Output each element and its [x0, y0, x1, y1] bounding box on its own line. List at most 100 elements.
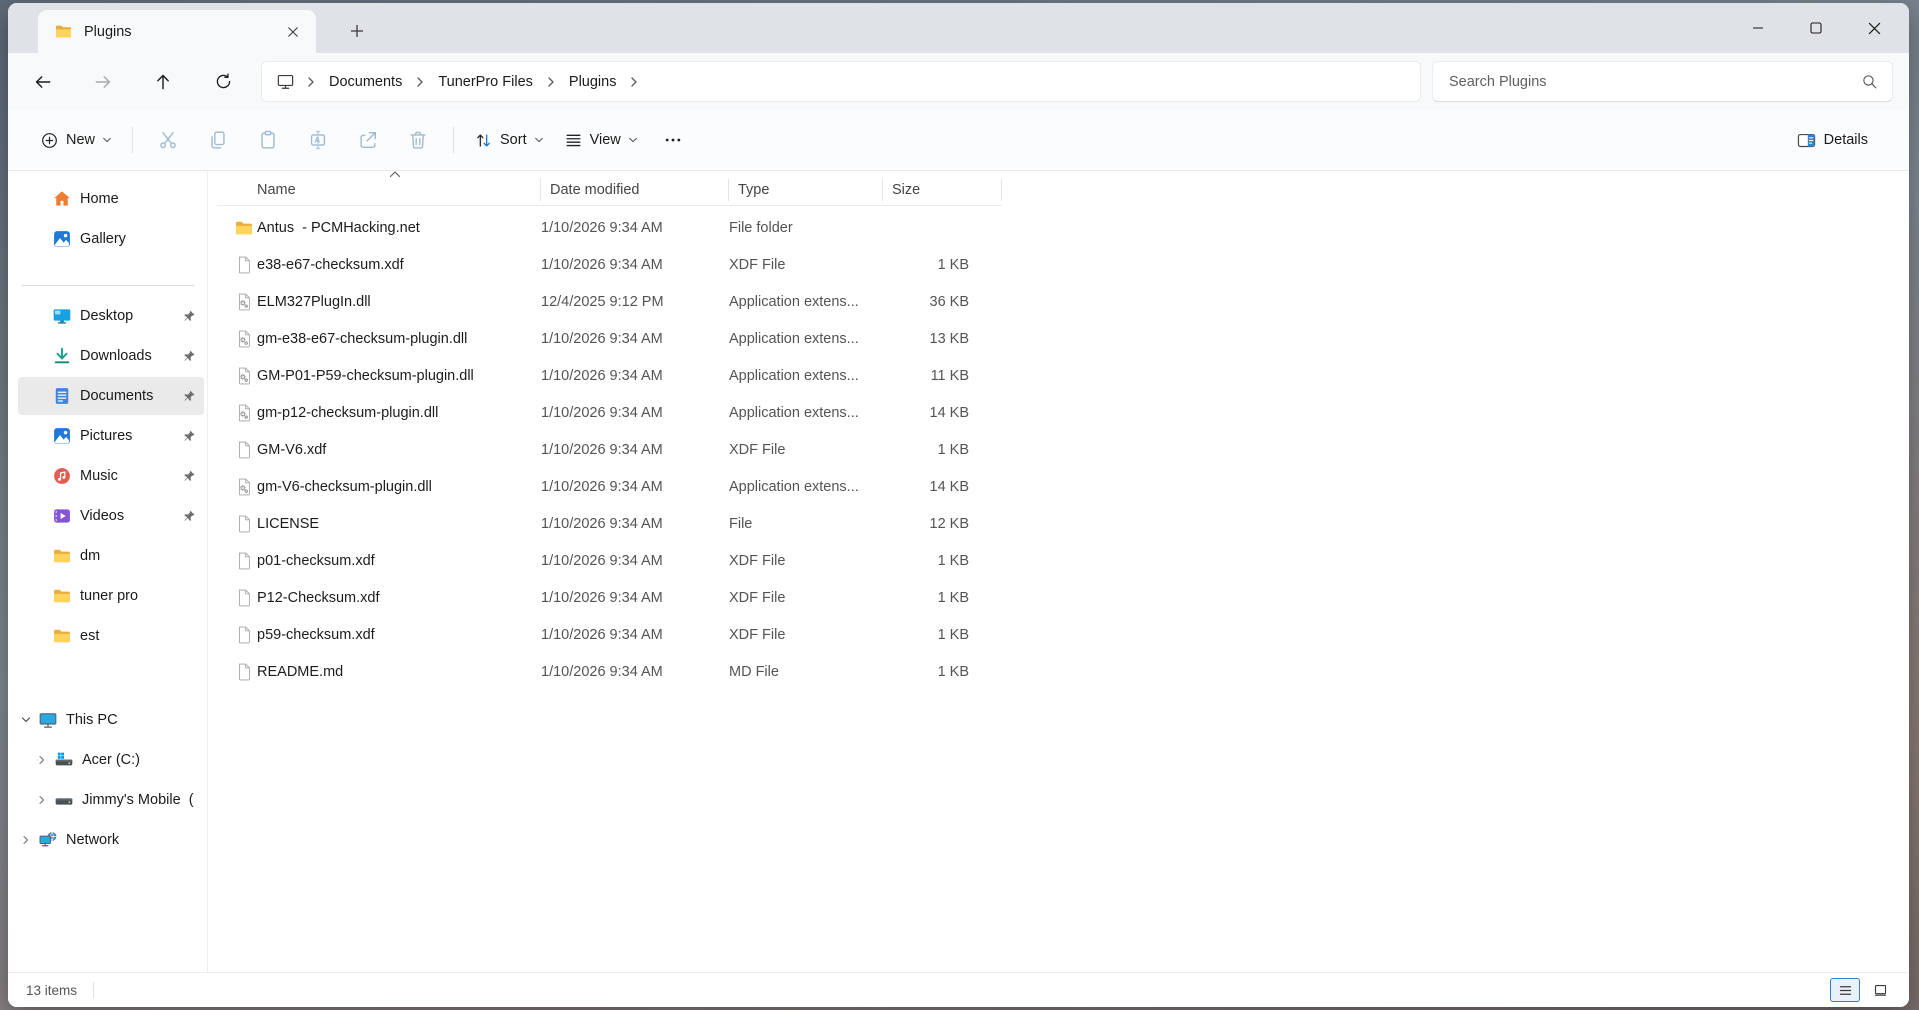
sidebar-item-downloads[interactable]: Downloads [18, 337, 204, 375]
file-size: 11 KB [883, 368, 1002, 384]
table-row[interactable]: GM-P01-P59-checksum-plugin.dll1/10/2026 … [217, 357, 1909, 394]
file-name: gm-V6-checksum-plugin.dll [257, 479, 541, 495]
content-area: HomeGallery DesktopDownloadsDocumentsPic… [8, 171, 1909, 972]
cut-button[interactable] [147, 121, 189, 159]
window-controls [1729, 3, 1903, 53]
chevron-right-icon[interactable] [18, 832, 34, 848]
dll-icon [234, 329, 254, 349]
maximize-button[interactable] [1787, 3, 1845, 53]
sidebar-item-music[interactable]: Music [18, 457, 204, 495]
sidebar-item-jimmy-s-mobile[interactable]: Jimmy's Mobile ( [8, 781, 204, 819]
table-row[interactable]: GM-V6.xdf1/10/2026 9:34 AMXDF File1 KB [217, 431, 1909, 468]
search-input[interactable] [1433, 74, 1861, 90]
sidebar-item-this-pc[interactable]: This PC [8, 701, 204, 739]
table-row[interactable]: LICENSE1/10/2026 9:34 AMFile12 KB [217, 505, 1909, 542]
sidebar-item-gallery[interactable]: Gallery [18, 220, 204, 258]
file-type: MD File [729, 664, 883, 680]
refresh-button[interactable] [202, 62, 244, 102]
file-type: XDF File [729, 590, 883, 606]
sidebar-separator [22, 285, 194, 286]
sort-button[interactable]: Sort [464, 124, 554, 157]
minimize-button[interactable] [1729, 3, 1787, 53]
chevron-right-icon[interactable] [34, 792, 50, 808]
file-date-modified: 1/10/2026 9:34 AM [541, 479, 729, 495]
details-pane-button[interactable]: Details [1786, 123, 1885, 158]
rename-button[interactable] [297, 121, 339, 159]
pin-icon [183, 350, 196, 363]
sidebar-item-documents[interactable]: Documents [18, 377, 204, 415]
file-type: Application extens... [729, 479, 883, 495]
more-options-button[interactable] [652, 121, 694, 159]
file-date-modified: 1/10/2026 9:34 AM [541, 590, 729, 606]
sidebar-item-network[interactable]: Network [8, 821, 204, 859]
table-row[interactable]: gm-p12-checksum-plugin.dll1/10/2026 9:34… [217, 394, 1909, 431]
file-icon [234, 514, 254, 534]
table-row[interactable]: e38-e67-checksum.xdf1/10/2026 9:34 AMXDF… [217, 246, 1909, 283]
new-tab-button[interactable] [341, 16, 373, 46]
file-name: gm-e38-e67-checksum-plugin.dll [257, 331, 541, 347]
new-button[interactable]: New [30, 124, 122, 157]
table-row[interactable]: gm-V6-checksum-plugin.dll1/10/2026 9:34 … [217, 468, 1909, 505]
table-row[interactable]: P12-Checksum.xdf1/10/2026 9:34 AMXDF Fil… [217, 579, 1909, 616]
file-date-modified: 1/10/2026 9:34 AM [541, 664, 729, 680]
icons-view-toggle[interactable] [1865, 978, 1895, 1002]
paste-button[interactable] [247, 121, 289, 159]
sidebar-item-tuner-pro[interactable]: tuner pro [18, 577, 204, 615]
pin-icon [183, 430, 196, 443]
sidebar-item-dm[interactable]: dm [18, 537, 204, 575]
sidebar-item-acer-c[interactable]: Acer (C:) [8, 741, 204, 779]
tab-plugins[interactable]: Plugins [38, 10, 316, 53]
file-name: ELM327PlugIn.dll [257, 294, 541, 310]
forward-button[interactable] [82, 62, 124, 102]
breadcrumb-tunerpro-files[interactable]: TunerPro Files [432, 70, 539, 94]
table-row[interactable]: gm-e38-e67-checksum-plugin.dll1/10/2026 … [217, 320, 1909, 357]
breadcrumb-documents[interactable]: Documents [323, 70, 408, 94]
details-view-toggle[interactable] [1830, 978, 1860, 1002]
table-row[interactable]: README.md1/10/2026 9:34 AMMD File1 KB [217, 653, 1909, 690]
file-type: Application extens... [729, 294, 883, 310]
view-icon [564, 131, 583, 150]
breadcrumb-plugins[interactable]: Plugins [563, 70, 623, 94]
table-row[interactable]: p01-checksum.xdf1/10/2026 9:34 AMXDF Fil… [217, 542, 1909, 579]
column-header-row: Name Date modified Type Size [217, 175, 1002, 206]
file-name: e38-e67-checksum.xdf [257, 257, 541, 273]
view-button[interactable]: View [554, 124, 648, 157]
delete-button[interactable] [397, 121, 439, 159]
tab-close-icon[interactable] [280, 19, 306, 45]
column-header-type[interactable]: Type [729, 179, 883, 201]
videos-icon [52, 506, 72, 526]
file-size: 1 KB [883, 590, 1002, 606]
chevron-right-icon [305, 76, 317, 88]
gallery-icon [52, 229, 72, 249]
chevron-down-icon[interactable] [18, 712, 34, 728]
table-row[interactable]: p59-checksum.xdf1/10/2026 9:34 AMXDF Fil… [217, 616, 1909, 653]
file-type: XDF File [729, 257, 883, 273]
table-row[interactable]: Antus - PCMHacking.net1/10/2026 9:34 AMF… [217, 209, 1909, 246]
chevron-right-icon [414, 76, 426, 88]
sidebar-item-est[interactable]: est [18, 617, 204, 655]
chevron-right-icon [545, 76, 557, 88]
sidebar-item-desktop[interactable]: Desktop [18, 297, 204, 335]
view-button-label: View [590, 132, 621, 148]
copy-button[interactable] [197, 121, 239, 159]
sidebar-item-label: est [80, 628, 99, 644]
back-button[interactable] [22, 62, 64, 102]
file-size: 14 KB [883, 479, 1002, 495]
address-bar[interactable]: Documents TunerPro Files Plugins [261, 61, 1421, 102]
column-header-name[interactable]: Name [217, 179, 541, 201]
up-button[interactable] [142, 62, 184, 102]
sidebar-item-pictures[interactable]: Pictures [18, 417, 204, 455]
column-header-size[interactable]: Size [883, 179, 1002, 201]
status-bar: 13 items [8, 972, 1909, 1007]
drive-icon [54, 790, 74, 810]
chevron-right-icon[interactable] [34, 752, 50, 768]
close-button[interactable] [1845, 3, 1903, 53]
column-header-date-modified[interactable]: Date modified [541, 179, 729, 201]
sidebar-item-home[interactable]: Home [18, 180, 204, 218]
share-button[interactable] [347, 121, 389, 159]
file-date-modified: 1/10/2026 9:34 AM [541, 516, 729, 532]
table-row[interactable]: ELM327PlugIn.dll12/4/2025 9:12 PMApplica… [217, 283, 1909, 320]
sidebar-item-videos[interactable]: Videos [18, 497, 204, 535]
acer-icon [54, 750, 74, 770]
search-icon[interactable] [1861, 73, 1878, 90]
